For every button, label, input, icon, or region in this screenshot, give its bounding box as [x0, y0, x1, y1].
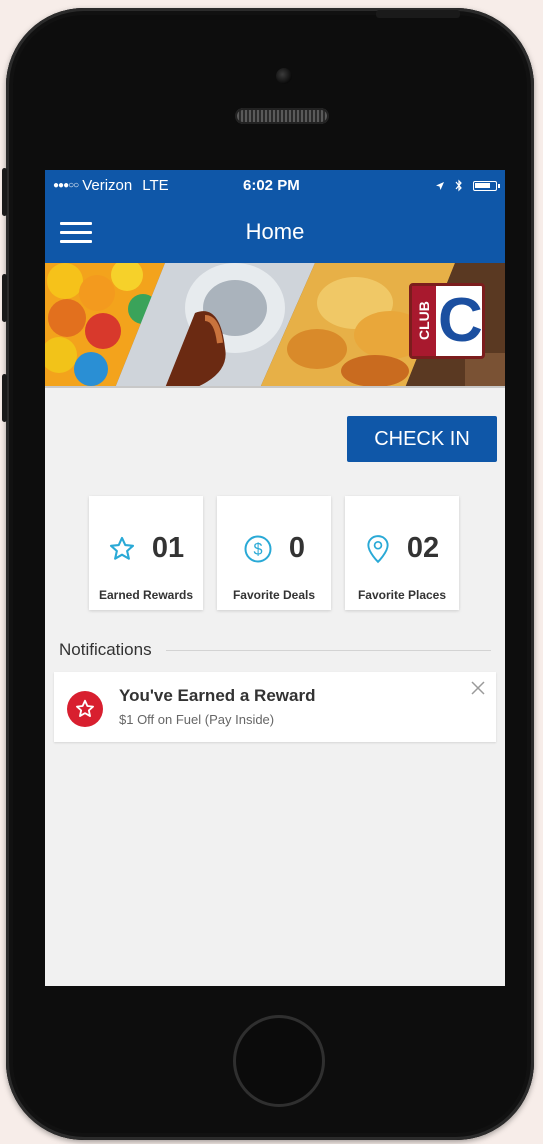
volume-down-button: [2, 374, 7, 422]
hamburger-menu-icon[interactable]: [60, 222, 92, 244]
club-logo-side-text: CLUB: [412, 286, 436, 356]
power-button: [376, 10, 460, 18]
stat-label: Favorite Deals: [232, 588, 316, 602]
stat-card-favorite-places[interactable]: 02 Favorite Places: [345, 496, 459, 610]
carrier-name: Verizon: [82, 177, 133, 194]
phone-frame: ●●●○○ Verizon LTE 6:02 PM Home CLUB C CH…: [2, 8, 534, 1140]
front-camera: [276, 68, 292, 84]
location-arrow-icon: [436, 181, 444, 190]
divider: [165, 649, 491, 651]
notification-subtitle: $1 Off on Fuel (Pay Inside): [119, 712, 275, 727]
home-button[interactable]: [233, 1015, 325, 1107]
notifications-header: Notifications: [59, 640, 491, 660]
mute-switch: [2, 168, 7, 216]
club-logo-letter: C: [438, 286, 483, 355]
dollar-circle-icon: $: [244, 535, 272, 562]
status-time: 6:02 PM: [243, 177, 300, 194]
star-icon: [109, 536, 134, 560]
page-title: Home: [245, 219, 305, 244]
check-in-button[interactable]: CHECK IN: [347, 416, 497, 462]
status-icons: [435, 179, 500, 192]
notification-title: You've Earned a Reward: [119, 686, 316, 705]
stat-label: Favorite Places: [357, 588, 447, 602]
close-icon[interactable]: [468, 678, 488, 698]
nav-bar: Home: [45, 201, 505, 263]
location-pin-icon: [367, 534, 389, 563]
stat-card-earned-rewards[interactable]: 01 Earned Rewards: [89, 496, 203, 610]
stat-value: 02: [406, 532, 440, 564]
stat-label: Earned Rewards: [98, 588, 194, 602]
club-c-logo: CLUB C: [409, 283, 485, 359]
volume-up-button: [2, 274, 7, 322]
stats-row: 01 Earned Rewards $ 0 Favorite Deals 02 …: [89, 496, 459, 610]
notifications-title: Notifications: [59, 640, 152, 659]
signal-strength: ●●●○○: [53, 180, 79, 191]
earpiece-speaker: [235, 108, 329, 124]
promo-banner[interactable]: CLUB C: [45, 263, 505, 388]
bluetooth-icon: [455, 179, 462, 192]
svg-text:$: $: [253, 540, 262, 558]
stat-card-favorite-deals[interactable]: $ 0 Favorite Deals: [217, 496, 331, 610]
battery-icon: [473, 180, 500, 191]
stat-value: 0: [288, 532, 306, 564]
reward-star-icon: [67, 691, 103, 727]
notification-item[interactable]: You've Earned a Reward $1 Off on Fuel (P…: [54, 672, 496, 742]
app-screen: ●●●○○ Verizon LTE 6:02 PM Home CLUB C CH…: [45, 170, 505, 986]
network-type: LTE: [142, 177, 169, 194]
status-bar: ●●●○○ Verizon LTE 6:02 PM: [45, 170, 505, 201]
stat-value: 01: [151, 532, 185, 564]
